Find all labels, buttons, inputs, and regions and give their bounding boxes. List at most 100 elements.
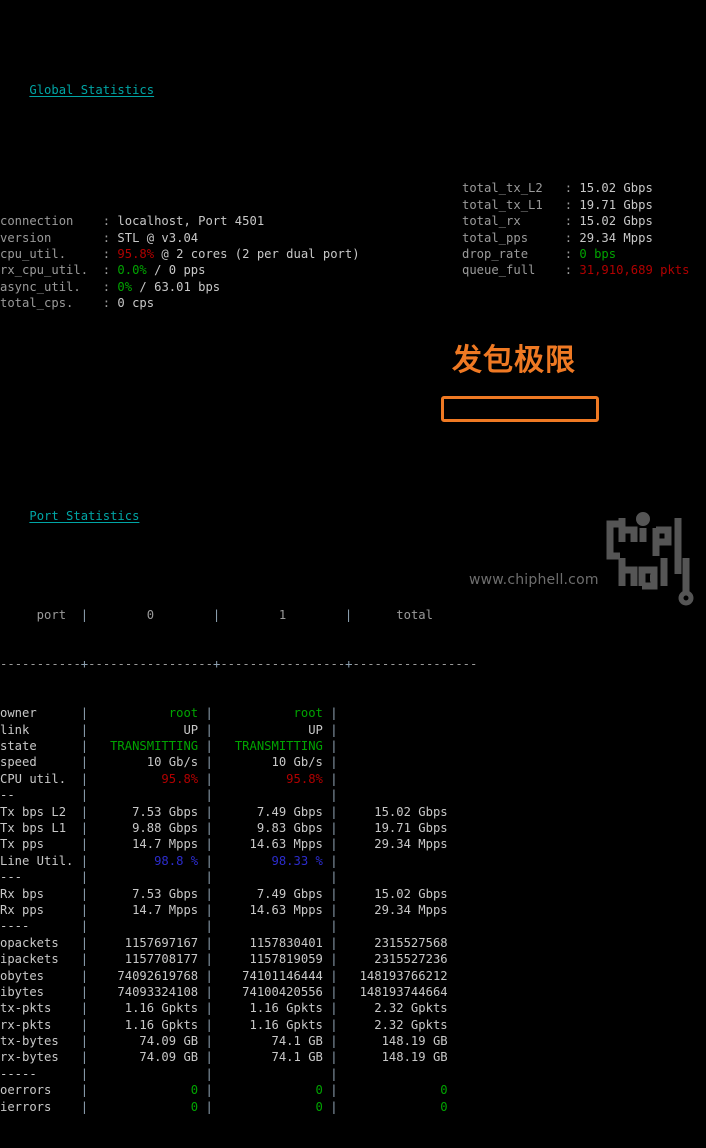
port-table-divider: | <box>80 788 89 803</box>
port-table-cell: 10 Gb/s <box>212 755 331 770</box>
port-table-rule-segment: - <box>249 657 258 672</box>
port-table-divider: | <box>80 1083 89 1098</box>
port-table-rule-segment: - <box>447 657 456 672</box>
port-table-cell <box>338 1067 448 1081</box>
port-table-cell: 1.16 Gpkts <box>212 1017 331 1032</box>
port-table-row-label: Rx bps <box>0 886 81 901</box>
table-row: Rx pps | 14.7 Mpps | 14.63 Mpps | 29.34 … <box>0 902 706 918</box>
port-table-rule-segment: - <box>462 657 470 672</box>
port-table-divider: | <box>330 919 338 934</box>
port-table-divider: | <box>330 771 338 786</box>
port-table-rule-segment: - <box>161 657 169 672</box>
global-stat-key: version : <box>0 230 118 245</box>
global-stat-value: 31,910,689 pkts <box>579 263 690 278</box>
port-table-rule-segment: - <box>88 657 96 672</box>
global-stat-value: STL @ v3.04 <box>117 230 199 245</box>
port-table-rule-segment: - <box>323 657 331 672</box>
port-table-divider: | <box>330 722 338 737</box>
port-table-rule-segment: - <box>36 657 45 672</box>
port-table-row-label: --- <box>0 870 81 885</box>
port-table-cell: 74093324108 <box>88 984 206 999</box>
port-table-divider: | <box>205 935 213 950</box>
port-table-cell: 29.34 Mpps <box>337 837 448 852</box>
port-table-rule-segment: - <box>183 657 191 672</box>
port-table-divider: | <box>80 902 89 917</box>
port-table-rule-segment: - <box>117 657 125 672</box>
port-table-cell: 98.8 % <box>88 853 206 868</box>
port-table-divider: | <box>80 1050 89 1065</box>
port-table-rule-segment: - <box>433 657 441 672</box>
port-table-divider: | <box>330 853 338 868</box>
port-table-cell: 74.09 GB <box>88 1050 206 1065</box>
port-table-cell: 15.02 Gbps <box>337 886 448 901</box>
port-table-cell: 15.02 Gbps <box>337 804 448 819</box>
port-table-divider: | <box>205 886 213 901</box>
global-stat-value: 0 cps <box>117 296 155 311</box>
port-table-cell: 0 <box>337 1099 448 1114</box>
port-table-divider: | <box>330 1017 338 1032</box>
port-table-divider: | <box>205 1099 213 1114</box>
port-table-rule-segment: - <box>389 657 397 672</box>
port-table-divider: | <box>205 771 213 786</box>
port-table-divider: | <box>205 1034 213 1049</box>
port-table-cell <box>338 723 448 737</box>
port-table-rule-segment: - <box>359 657 368 672</box>
port-table-cell: UP <box>88 722 206 737</box>
port-table-divider: | <box>330 837 338 852</box>
table-row: oerrors | 0 | 0 | 0 <box>0 1082 706 1098</box>
port-table-cell: 14.63 Mpps <box>212 837 331 852</box>
global-stat-row-right-3: total_pps : 29.34 Mpps <box>462 230 689 246</box>
port-table-header-row: port | 0 | 1 | total <box>0 607 706 623</box>
port-table-divider: | <box>205 902 213 917</box>
port-table-row-label: Rx pps <box>0 902 81 917</box>
port-table-divider: | <box>330 788 338 803</box>
port-table-divider: | <box>330 1034 338 1049</box>
port-table-cell <box>338 755 448 769</box>
port-table-cell: 2.32 Gpkts <box>337 1001 448 1016</box>
global-stat-row-right-2: total_rx : 15.02 Gbps <box>462 213 689 229</box>
port-table-cell: 95.8% <box>88 771 206 786</box>
port-table-cell: 0 <box>337 1083 448 1098</box>
port-table-divider: | <box>330 739 338 754</box>
port-table-divider: | <box>80 968 89 983</box>
port-table-cell: 74100420556 <box>212 984 331 999</box>
port-table-rule-segment: - <box>381 657 390 672</box>
port-table-divider: | <box>80 837 89 852</box>
port-table-divider: | <box>80 886 89 901</box>
table-row: --- | | | <box>0 869 706 885</box>
port-table-row-label: Line Util. <box>0 853 81 868</box>
port-table-rule-segment: - <box>22 657 30 672</box>
port-table-cell <box>338 706 448 720</box>
port-table-divider: | <box>205 821 213 835</box>
table-row: tx-bytes | 74.09 GB | 74.1 GB | 148.19 G… <box>0 1033 706 1049</box>
global-statistics-label: Global Statistics <box>29 83 155 98</box>
port-table-divider: | <box>330 821 338 835</box>
port-table-divider: | <box>80 870 89 885</box>
global-stat-value: 0.0% <box>117 263 147 278</box>
global-stat-key: total_rx : <box>462 214 580 229</box>
port-table-rule-segment: - <box>102 657 111 672</box>
port-table-rule-segment: - <box>301 657 309 672</box>
port-table-row-label: CPU util. <box>0 771 81 786</box>
table-row: link | UP | UP | <box>0 722 706 738</box>
port-table-divider: | <box>80 1066 89 1081</box>
port-table-cell: 7.53 Gbps <box>88 804 206 819</box>
global-stat-key: total_cps. : <box>0 296 118 311</box>
global-statistics-title: Global Statistics <box>0 66 706 97</box>
port-table-rule-segment: - <box>286 657 294 672</box>
table-row: owner | root | root | <box>0 705 706 721</box>
port-table-cell: 74.1 GB <box>212 1050 331 1065</box>
table-row: Tx bps L2 | 7.53 Gbps | 7.49 Gbps | 15.0… <box>0 804 706 820</box>
port-table-cell <box>213 870 330 884</box>
port-table-rule-segment: - <box>227 657 235 672</box>
port-table-cell: 2315527568 <box>337 935 448 950</box>
port-table-cell: 1157697167 <box>88 935 206 950</box>
chiphell-logo-icon <box>598 512 702 608</box>
port-table-row-label: opackets <box>0 935 81 950</box>
port-table-cell: 10 Gb/s <box>88 755 206 770</box>
port-table-divider: | <box>330 755 338 770</box>
port-table-rule-segment: - <box>242 657 250 672</box>
global-stat-value: 0% <box>117 279 133 294</box>
port-table-divider: | <box>80 706 89 721</box>
port-table-divider: | <box>330 870 338 885</box>
